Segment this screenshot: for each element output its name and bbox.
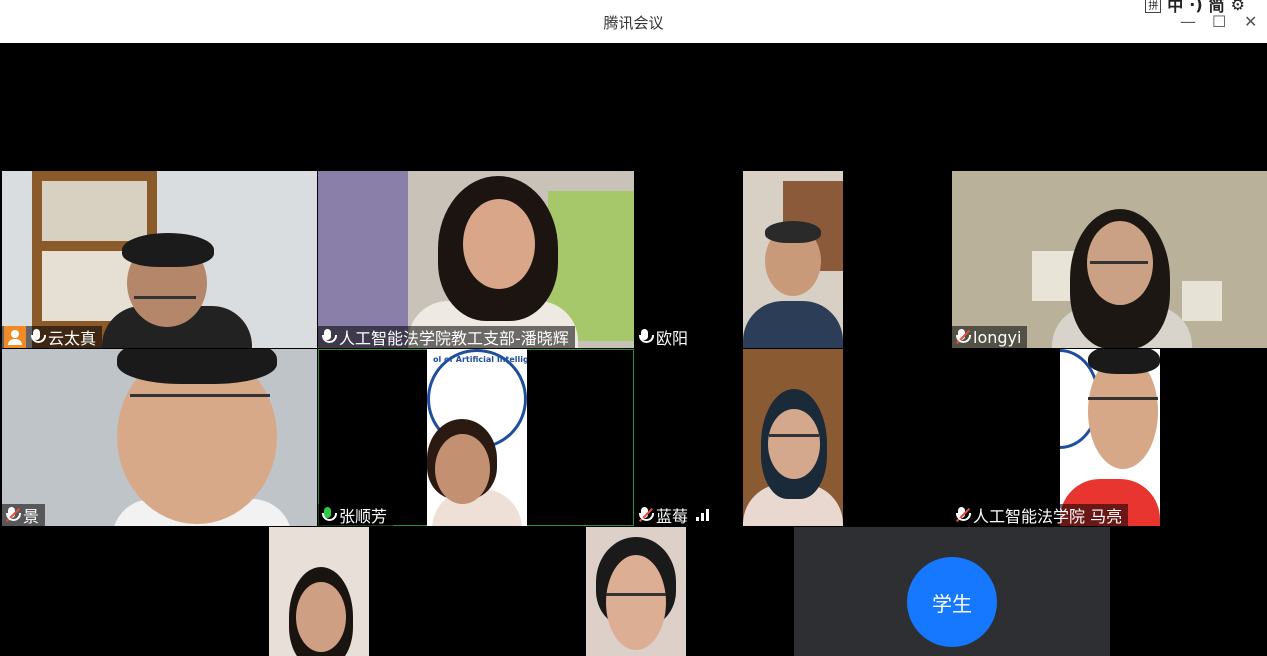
participant-name: 蓝莓 <box>656 507 689 526</box>
minimize-button[interactable]: — <box>1180 12 1196 31</box>
participant-name-tag: 张顺芳 <box>318 504 394 526</box>
participant-name: 人工智能法学院教工支部-潘晓辉 <box>339 329 569 348</box>
mic-muted-icon <box>637 506 654 524</box>
participant-tile[interactable]: longyi <box>952 171 1267 348</box>
participant-tile-active[interactable]: ol of Artificial Intellig 张顺芳 <box>318 349 634 526</box>
participant-video <box>1060 349 1160 526</box>
participant-name-tag: longyi <box>952 326 1028 348</box>
participant-name-tag: 景 <box>2 504 46 526</box>
participant-video <box>952 171 1267 348</box>
participant-video <box>2 349 317 526</box>
participant-name: 云太真 <box>48 329 97 348</box>
close-button[interactable]: ✕ <box>1244 12 1257 31</box>
participant-tile-avatar[interactable]: 学生 <box>794 527 1110 656</box>
participant-name: 人工智能法学院 马亮 <box>973 507 1123 526</box>
participant-name-tag: 蓝莓 <box>635 504 716 526</box>
host-icon <box>4 326 26 348</box>
logo-text: ol of Artificial Intellig <box>433 355 527 364</box>
participant-tile[interactable]: 人工智能法学院 马亮 <box>952 349 1267 526</box>
participant-video <box>318 171 634 348</box>
participant-tile[interactable]: 景 <box>2 349 317 526</box>
participant-video: ol of Artificial Intellig <box>427 349 527 526</box>
window-title: 腾讯会议 <box>603 14 664 32</box>
participant-video <box>2 171 317 348</box>
participant-tile[interactable]: 人工智能法学院教工支部-潘晓辉 <box>318 171 634 348</box>
participant-name-tag: 人工智能法学院教工支部-潘晓辉 <box>318 326 575 348</box>
title-bar: 腾讯会议 拼 中 ·) 简 ⚙ — ☐ ✕ <box>0 0 1267 43</box>
participant-tile[interactable] <box>583 527 793 656</box>
maximize-button[interactable]: ☐ <box>1212 12 1226 31</box>
participant-tile[interactable]: 蓝莓 <box>635 349 950 526</box>
participant-tile[interactable]: 云太真 <box>2 171 317 348</box>
participant-name: 张顺芳 <box>339 507 388 526</box>
participant-tile[interactable] <box>2 527 582 656</box>
participant-video <box>269 527 369 656</box>
participant-name-tag: 欧阳 <box>635 326 695 348</box>
participant-name-tag: 云太真 <box>2 326 103 348</box>
mic-icon <box>320 328 337 346</box>
participant-name: 欧阳 <box>656 329 689 348</box>
ime-pinyin-icon[interactable]: 拼 <box>1145 0 1162 13</box>
participant-name-tag: 人工智能法学院 马亮 <box>952 504 1129 526</box>
participant-name: 景 <box>23 507 40 526</box>
participant-video <box>743 349 843 526</box>
mic-muted-icon <box>4 506 21 524</box>
participant-video <box>586 527 686 656</box>
mic-muted-icon <box>954 328 971 346</box>
avatar: 学生 <box>907 557 997 647</box>
participant-tile[interactable]: 欧阳 <box>635 171 950 348</box>
participant-video <box>743 171 843 348</box>
mic-icon <box>29 328 46 346</box>
mic-muted-icon <box>954 506 971 524</box>
signal-strength-icon <box>696 509 710 521</box>
participant-name: longyi <box>973 327 1022 347</box>
ime-settings-icon[interactable]: ⚙ <box>1231 0 1245 14</box>
mic-speaking-icon <box>320 506 337 524</box>
video-grid: 云太真 人工智能法学院教工支部-潘晓辉 欧阳 longyi 景 ol of Ar… <box>2 43 1267 656</box>
mic-icon <box>637 328 654 346</box>
